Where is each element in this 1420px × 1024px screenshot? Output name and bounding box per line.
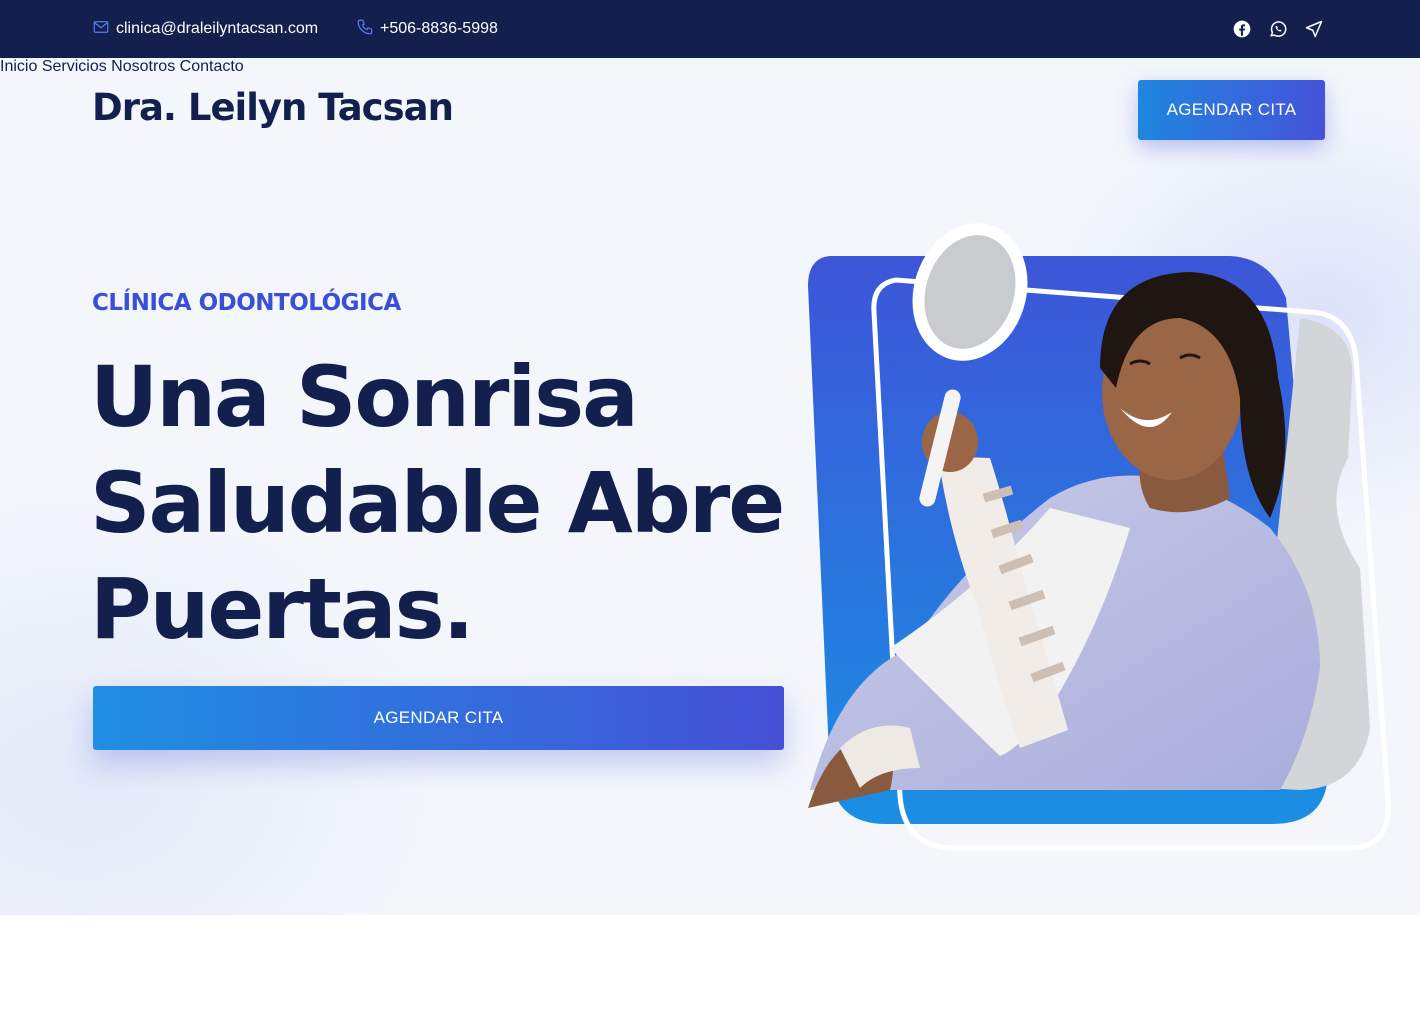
location-arrow-icon[interactable] bbox=[1304, 19, 1324, 39]
top-bar: clinica@draleilyntacsan.com +506-8836-59… bbox=[0, 0, 1420, 58]
nav-inicio[interactable]: Inicio bbox=[0, 58, 37, 75]
envelope-icon bbox=[92, 18, 110, 41]
phone-text: +506-8836-5998 bbox=[380, 20, 498, 37]
phone-icon bbox=[356, 18, 374, 41]
social-links bbox=[1232, 0, 1324, 58]
headline-line-1: Una Sonrisa bbox=[90, 348, 639, 446]
nav-servicios[interactable]: Servicios bbox=[42, 58, 107, 75]
hero-image bbox=[800, 208, 1400, 858]
email-text: clinica@draleilyntacsan.com bbox=[116, 20, 319, 37]
header-appointment-button[interactable]: AGENDAR CITA bbox=[1138, 80, 1325, 140]
headline-line-3: Puertas. bbox=[90, 560, 475, 658]
brand-logo[interactable]: Dra. Leilyn Tacsan bbox=[92, 86, 454, 129]
hero-headline: Una Sonrisa Saludable Abre Puertas. bbox=[90, 344, 810, 662]
main-nav: Inicio Servicios Nosotros Contacto bbox=[0, 58, 1420, 76]
hero-eyebrow: CLÍNICA ODONTOLÓGICA bbox=[92, 290, 401, 316]
phone-contact[interactable]: +506-8836-5998 bbox=[356, 0, 498, 58]
whatsapp-icon[interactable] bbox=[1268, 19, 1288, 39]
nav-contacto[interactable]: Contacto bbox=[180, 58, 244, 75]
headline-line-2: Saludable Abre bbox=[90, 454, 785, 552]
facebook-icon[interactable] bbox=[1232, 19, 1252, 39]
hero-section: Dra. Leilyn Tacsan Inicio Servicios Noso… bbox=[0, 58, 1420, 915]
email-contact[interactable]: clinica@draleilyntacsan.com bbox=[92, 0, 318, 58]
patient-with-mirror-illustration bbox=[808, 223, 1391, 851]
hero-appointment-button[interactable]: AGENDAR CITA bbox=[93, 686, 784, 750]
nav-nosotros[interactable]: Nosotros bbox=[111, 58, 175, 75]
